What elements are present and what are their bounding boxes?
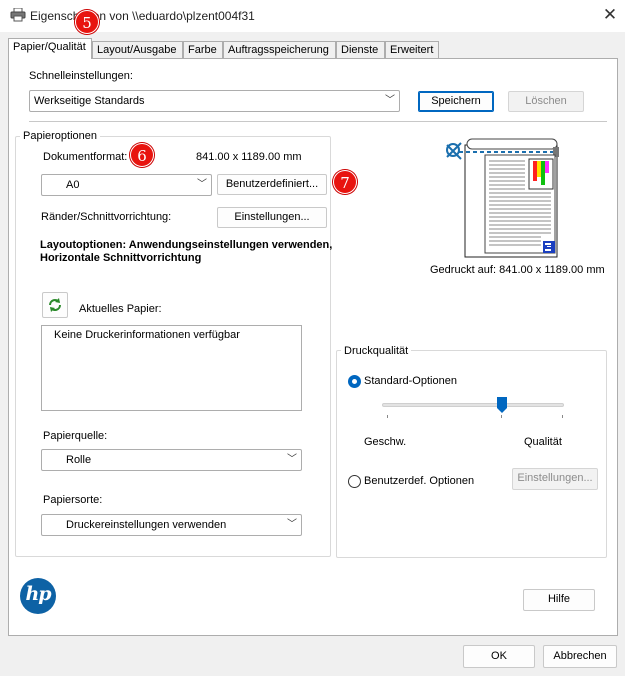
format-value: A0 [66, 179, 80, 191]
quality-end-label: Qualität [524, 436, 562, 448]
save-button[interactable]: Speichern [418, 91, 494, 112]
step-badge-7: 7 [333, 170, 357, 194]
paper-source-select[interactable]: Rolle ﹀ [41, 449, 302, 471]
slider-tick-left [387, 415, 388, 418]
tab-auftragsspeicherung[interactable]: Auftragsspeicherung [223, 41, 336, 59]
step-badge-5: 5 [75, 10, 99, 34]
quick-settings-select[interactable]: Werkseitige Standards ﹀ [29, 90, 400, 112]
tab-dienste[interactable]: Dienste [336, 41, 385, 59]
quality-settings-button[interactable]: Einstellungen... [512, 468, 598, 490]
tab-farbe[interactable]: Farbe [183, 41, 223, 59]
format-select[interactable]: A0 ﹀ [41, 174, 212, 196]
help-button[interactable]: Hilfe [523, 589, 595, 611]
refresh-icon [48, 298, 62, 319]
tab-erweitert[interactable]: Erweitert [385, 41, 439, 59]
close-icon[interactable]: ✕ [600, 5, 620, 25]
chevron-down-icon: ﹀ [385, 95, 395, 106]
paper-options-legend: Papieroptionen [20, 130, 101, 142]
custom-options-radio[interactable] [348, 475, 361, 488]
refresh-paper-button[interactable] [42, 292, 68, 318]
printer-icon [10, 7, 26, 22]
chevron-down-icon: ﹀ [287, 454, 297, 465]
delete-button[interactable]: Löschen [508, 91, 584, 112]
chevron-down-icon: ﹀ [287, 519, 297, 530]
margins-label: Ränder/Schnittvorrichtung: [41, 211, 172, 223]
printer-info-box: Keine Druckerinformationen verfügbar [41, 325, 302, 411]
paper-source-value: Rolle [66, 454, 92, 466]
tab-strip: Papier/Qualität Layout/Ausgabe Farbe Auf… [8, 38, 618, 59]
paper-source-label: Papierquelle: [43, 430, 108, 442]
custom-format-button[interactable]: Benutzerdefiniert... [217, 174, 327, 195]
printed-on-label: Gedruckt auf: 841.00 x 1189.00 mm [430, 264, 605, 276]
paper-preview [437, 137, 567, 259]
ok-button[interactable]: OK [463, 645, 535, 668]
quick-settings-value: Werkseitige Standards [34, 95, 145, 107]
step-badge-6: 6 [130, 143, 154, 167]
cancel-button[interactable]: Abbrechen [543, 645, 617, 668]
standard-options-radio[interactable] [348, 375, 361, 388]
paper-type-value: Druckereinstellungen verwenden [66, 519, 227, 531]
current-paper-label: Aktuelles Papier: [79, 303, 162, 315]
speed-label: Geschw. [364, 436, 407, 448]
paper-type-label: Papiersorte: [43, 494, 103, 506]
hp-logo-text: hp [25, 583, 51, 605]
quality-slider-track[interactable] [382, 403, 564, 407]
separator-line [29, 121, 607, 122]
print-quality-legend: Druckqualität [341, 345, 412, 357]
window-title: Eigenschaften von \\eduardo\plzent004f31 [30, 9, 255, 23]
document-format-size: 841.00 x 1189.00 mm [196, 151, 302, 163]
tab-layout-ausgabe[interactable]: Layout/Ausgabe [92, 41, 183, 59]
tab-panel: Schnelleinstellungen: Werkseitige Standa… [8, 58, 618, 636]
hp-logo: hp [20, 578, 56, 614]
tab-papier-qualitaet[interactable]: Papier/Qualität [8, 38, 92, 59]
chevron-down-icon: ﹀ [197, 179, 207, 190]
standard-options-label[interactable]: Standard-Optionen [364, 375, 457, 387]
document-format-label: Dokumentformat: [43, 151, 128, 163]
printer-info-text: Keine Druckerinformationen verfügbar [54, 329, 240, 341]
layout-options-line2: Horizontale Schnittvorrichtung [40, 252, 202, 264]
quick-settings-label: Schnelleinstellungen: [29, 70, 133, 82]
custom-options-label[interactable]: Benutzerdef. Optionen [364, 475, 474, 487]
quality-slider-thumb[interactable] [497, 397, 508, 413]
slider-tick-right [562, 415, 563, 418]
paper-type-select[interactable]: Druckereinstellungen verwenden ﹀ [41, 514, 302, 536]
slider-tick-mid [501, 415, 502, 418]
layout-options-line1: Layoutoptionen: Anwendungseinstellungen … [40, 239, 333, 251]
margins-settings-button[interactable]: Einstellungen... [217, 207, 327, 228]
